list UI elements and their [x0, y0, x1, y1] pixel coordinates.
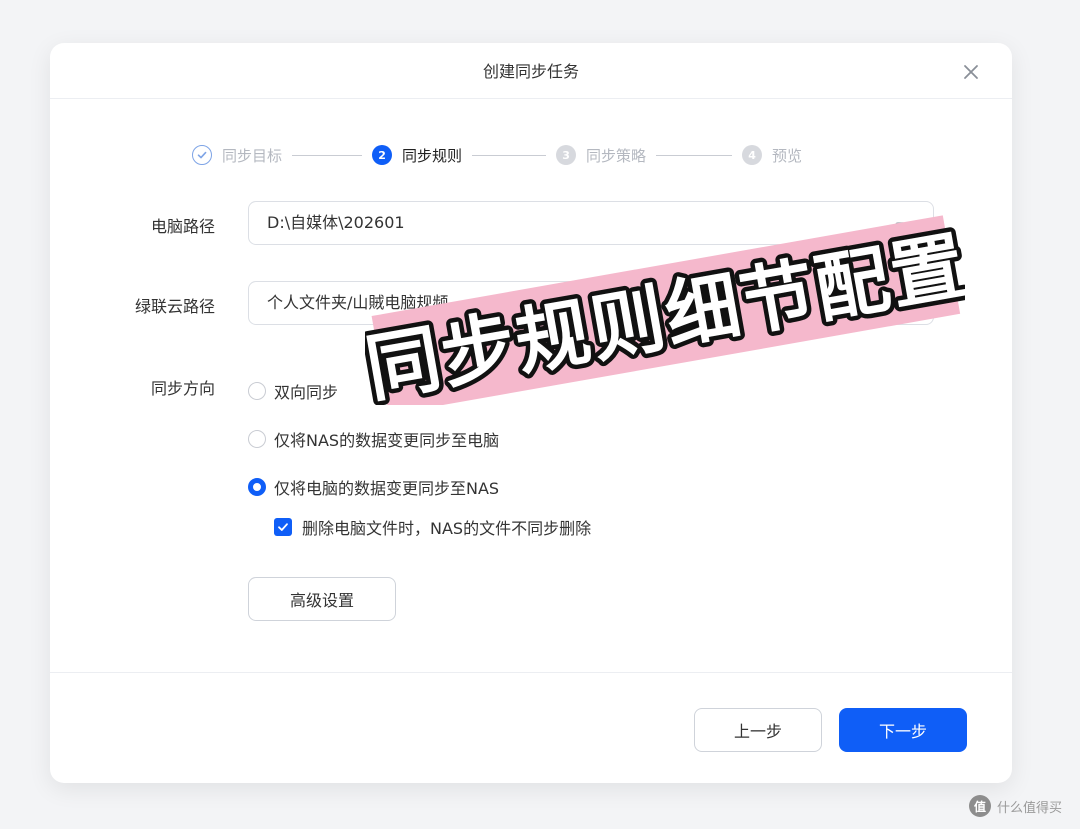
- step-connector: [472, 154, 547, 156]
- step-done-check-icon: [192, 145, 212, 165]
- close-icon: [964, 65, 978, 79]
- radio-button-selected[interactable]: [248, 478, 266, 496]
- step-sync-rules: 2 同步规则: [372, 145, 462, 166]
- step-connector: [656, 154, 733, 156]
- pc-path-input[interactable]: D:\自媒体\202601: [248, 201, 934, 245]
- advanced-settings-button[interactable]: 高级设置: [248, 577, 396, 621]
- checkbox-checked[interactable]: [274, 518, 292, 536]
- step-preview: 4 预览: [742, 145, 802, 166]
- step-label: 同步规则: [402, 146, 463, 165]
- radio-button[interactable]: [248, 382, 266, 400]
- step-sync-target: 同步目标: [192, 145, 282, 166]
- dialog-title: 创建同步任务: [482, 62, 579, 81]
- radio-two-way[interactable]: 双向同步: [248, 379, 338, 403]
- stepper: 同步目标 2 同步规则 3 同步策略 4 预览: [192, 143, 802, 167]
- step-number: 2: [372, 145, 393, 165]
- step-label: 同步策略: [586, 146, 647, 165]
- checkbox-label: 删除电脑文件时，NAS的文件不同步删除: [302, 519, 592, 538]
- pc-path-label: 电脑路径: [150, 217, 215, 236]
- watermark: 值 什么值得买: [968, 795, 1062, 817]
- radio-button[interactable]: [248, 430, 266, 448]
- radio-label: 双向同步: [274, 383, 339, 402]
- pc-path-value: D:\自媒体\202601: [267, 213, 405, 232]
- cloud-path-value: 个人文件夹/山賊电脑规频: [267, 293, 449, 312]
- check-icon: [278, 523, 288, 531]
- close-button[interactable]: [958, 59, 984, 85]
- prev-step-button[interactable]: 上一步: [694, 708, 822, 752]
- watermark-logo-icon: 值: [968, 795, 991, 817]
- step-sync-strategy: 3 同步策略: [556, 145, 646, 166]
- step-label: 预览: [772, 146, 803, 165]
- step-label: 同步目标: [222, 146, 283, 165]
- cloud-path-label: 绿联云路径: [134, 297, 215, 316]
- radio-nas-to-pc[interactable]: 仅将NAS的数据变更同步至电脑: [248, 427, 499, 451]
- dialog-header: 创建同步任务: [50, 43, 1012, 99]
- sync-direction-label: 同步方向: [150, 379, 215, 398]
- folder-icon[interactable]: [895, 214, 917, 256]
- next-step-button[interactable]: 下一步: [839, 708, 967, 752]
- step-connector: [292, 154, 363, 156]
- step-number: 4: [742, 145, 763, 165]
- radio-label: 仅将电脑的数据变更同步至NAS: [274, 479, 500, 498]
- footer-divider: [50, 672, 1012, 673]
- create-sync-task-dialog: 创建同步任务 同步目标 2 同步规则 3 同步策略 4 预览 电脑路径 D:\自…: [50, 43, 1012, 783]
- no-delete-option[interactable]: 删除电脑文件时，NAS的文件不同步删除: [274, 515, 591, 539]
- radio-label: 仅将NAS的数据变更同步至电脑: [274, 431, 500, 450]
- watermark-text: 什么值得买: [996, 800, 1062, 816]
- cloud-path-input[interactable]: 个人文件夹/山賊电脑规频: [248, 281, 934, 325]
- step-number: 3: [556, 145, 577, 165]
- radio-pc-to-nas[interactable]: 仅将电脑的数据变更同步至NAS: [248, 475, 499, 499]
